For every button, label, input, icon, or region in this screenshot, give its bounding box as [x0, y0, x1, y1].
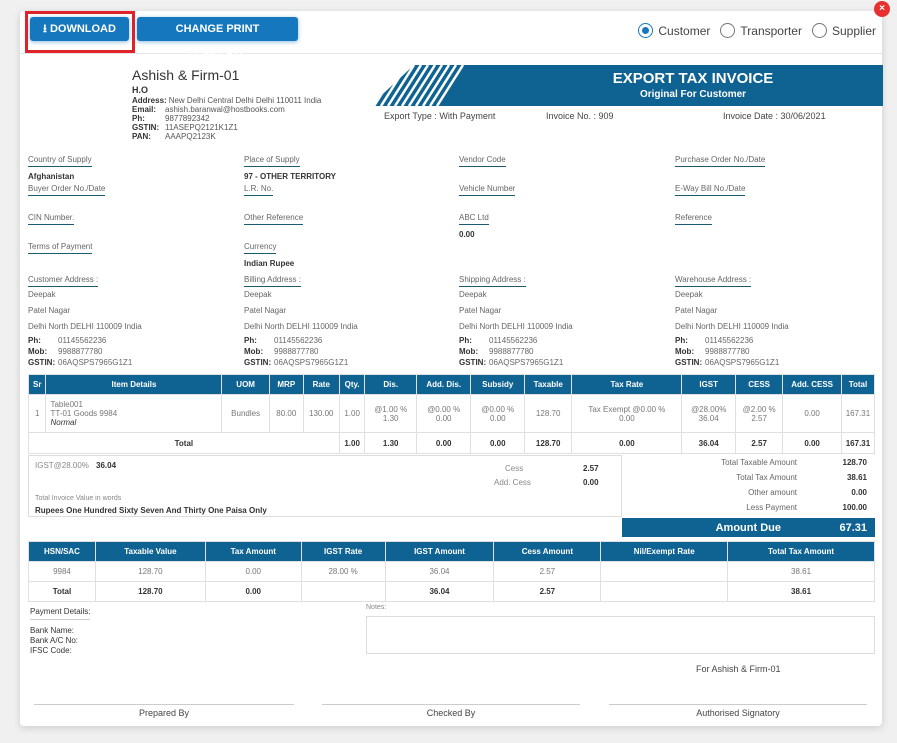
firm-details: Ashish & Firm-01 H.O Address: New Delhi C… — [132, 67, 321, 141]
field-vendor-code: Vendor Code — [459, 155, 506, 167]
table-row: 9984 128.70 0.00 28.00 % 36.04 2.57 38.6… — [28, 561, 875, 582]
less-payment-row: Less Payment 100.00 — [746, 503, 867, 512]
radio-checked-icon[interactable] — [638, 23, 654, 38]
radio-transporter[interactable]: Transporter — [720, 23, 802, 38]
change-print-template-button[interactable]: CHANGE PRINT TEMPLATE — [137, 17, 298, 59]
field-lr-no: L.R. No. — [244, 184, 274, 196]
invoice-banner: EXPORT TAX INVOICE Original For Customer — [370, 64, 883, 107]
other-amount-row: Other amount 0.00 — [748, 488, 867, 497]
field-cin-number: CIN Number. — [28, 213, 75, 225]
firm-pan-label: PAN: — [132, 132, 151, 141]
igst-value: 36.04 — [96, 461, 117, 470]
field-abc-ltd: ABC Ltd 0.00 — [459, 213, 489, 239]
authorised-signatory-label: Authorised Signatory — [696, 708, 780, 718]
radio-unchecked-icon[interactable] — [811, 23, 827, 38]
field-buyer-order: Buyer Order No./Date — [28, 184, 106, 196]
field-terms-of-payment: Terms of Payment — [28, 242, 93, 254]
field-currency: Currency Indian Rupee — [244, 242, 295, 268]
amount-in-words: Rupees One Hundred Sixty Seven And Thirt… — [35, 506, 267, 515]
hsn-table: HSN/SAC Taxable Value Tax Amount IGST Ra… — [28, 541, 875, 602]
prepared-by-label: Prepared By — [138, 708, 190, 718]
download-icon: ⭳ — [43, 23, 47, 35]
firm-email: ashish.baranwal@hostbooks.com — [165, 105, 285, 114]
tax-summary: IGST@28.00% 36.04 Cess 2.57 Add. Cess 0.… — [28, 455, 622, 517]
total-taxable-row: Total Taxable Amount 128.70 — [721, 458, 867, 467]
prepared-by-line — [34, 704, 294, 705]
amount-due-bar: Amount Due 67.31 — [622, 518, 875, 537]
export-type: Export Type : With Payment — [384, 111, 496, 121]
notes-label: Notes: — [366, 604, 387, 611]
billing-address: Billing Address : Deepak Patel Nagar Del… — [244, 275, 358, 367]
notes-box — [366, 616, 875, 654]
amount-due-label: Amount Due — [715, 521, 781, 534]
cess-label: Cess — [505, 464, 524, 473]
firm-address-label: Address: — [132, 96, 167, 105]
radio-customer[interactable]: Customer — [638, 23, 710, 38]
firm-branch: H.O — [132, 85, 149, 95]
payment-details-title: Payment Details: — [30, 607, 91, 620]
checked-by-line — [322, 704, 580, 705]
ifsc-label: IFSC Code: — [30, 646, 72, 655]
warehouse-address: Warehouse Address : Deepak Patel Nagar D… — [675, 275, 789, 367]
radio-unchecked-icon[interactable] — [720, 23, 736, 38]
customer-address: Customer Address : Deepak Patel Nagar De… — [28, 275, 142, 367]
close-icon[interactable]: × — [874, 1, 890, 17]
for-firm-label: For Ashish & Firm-01 — [696, 664, 781, 674]
firm-pan: AAAPQ2123K — [165, 132, 216, 141]
words-label: Total Invoice Value in words — [35, 495, 122, 502]
invoice-modal: ⭳ DOWNLOAD CHANGE PRINT TEMPLATE Custome… — [20, 11, 883, 726]
invoice-subtitle: Original For Customer — [639, 89, 747, 100]
shipping-address: Shipping Address : Deepak Patel Nagar De… — [459, 275, 573, 367]
firm-gstin-label: GSTIN: — [132, 123, 160, 132]
firm-email-label: Email: — [132, 105, 157, 114]
amount-due-value: 67.31 — [839, 521, 867, 534]
firm-address: New Delhi Central Delhi Delhi 110011 Ind… — [168, 96, 322, 105]
copy-type-radio-group: Customer Transporter Supplier — [638, 23, 876, 38]
download-button[interactable]: ⭳ DOWNLOAD — [30, 17, 129, 41]
firm-ph: 9877892342 — [165, 114, 210, 123]
authorised-line — [609, 704, 867, 705]
hsn-total-row: Total 128.70 0.00 36.04 2.57 38.61 — [28, 581, 875, 602]
payment-details: Payment Details: Bank Name: Bank A/C No:… — [30, 607, 91, 656]
hsn-header-row: HSN/SAC Taxable Value Tax Amount IGST Ra… — [28, 541, 875, 562]
radio-supplier[interactable]: Supplier — [811, 23, 876, 38]
field-country-of-supply: Country of Supply Afghanistan — [28, 155, 92, 181]
field-vehicle-number: Vehicle Number — [459, 184, 516, 196]
items-header-row: Sr Item Details UOM MRP Rate Qty. Dis. A… — [27, 374, 876, 395]
totals-summary: Total Taxable Amount 128.70 Total Tax Amo… — [622, 455, 875, 515]
invoice-title: EXPORT TAX INVOICE — [612, 70, 774, 87]
bank-ac-label: Bank A/C No: — [30, 636, 79, 645]
add-cess-label: Add. Cess — [494, 478, 531, 487]
total-tax-row: Total Tax Amount 38.61 — [736, 473, 867, 482]
field-purchase-order: Purchase Order No./Date — [675, 155, 766, 167]
field-eway-bill: E-Way Bill No./Date — [675, 184, 746, 196]
field-place-of-supply: Place of Supply 97 - OTHER TERRITORY — [244, 155, 337, 181]
field-other-reference: Other Reference — [244, 213, 304, 225]
cess-value: 2.57 — [583, 464, 599, 473]
invoice-number: Invoice No. : 909 — [546, 111, 614, 121]
invoice-date: Invoice Date : 30/06/2021 — [723, 111, 826, 121]
checked-by-label: Checked By — [426, 708, 476, 718]
bank-name-label: Bank Name: — [30, 626, 75, 635]
field-reference: Reference — [675, 213, 712, 225]
firm-ph-label: Ph: — [132, 114, 145, 123]
items-total-row: Total 1.00 1.30 0.00 0.00 128.70 0.00 36… — [28, 432, 876, 454]
add-cess-value: 0.00 — [583, 478, 599, 487]
firm-name: Ashish & Firm-01 — [132, 67, 240, 83]
table-row: 1 Table001 TT-01 Goods 9984 Normal Bundl… — [27, 394, 876, 433]
toolbar: ⭳ DOWNLOAD CHANGE PRINT TEMPLATE Custome… — [20, 11, 882, 59]
item-details: Table001 TT-01 Goods 9984 Normal — [45, 394, 223, 433]
igst-label: IGST@28.00% — [35, 461, 89, 470]
items-table: Sr Item Details UOM MRP Rate Qty. Dis. A… — [27, 374, 876, 454]
firm-gstin: 11ASEPQ2121K1Z1 — [165, 123, 238, 132]
